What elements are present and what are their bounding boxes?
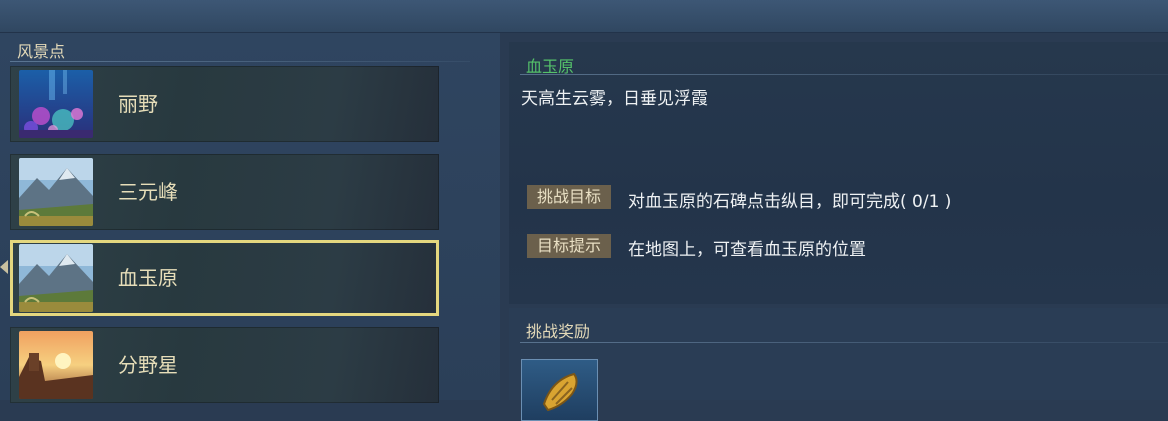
- detail-panel: [509, 42, 1168, 304]
- scenic-item-fenyexing[interactable]: 分野星: [10, 327, 439, 403]
- detail-title-divider: [520, 74, 1168, 75]
- reward-item-slot[interactable]: [521, 359, 598, 421]
- scenic-title-divider: [10, 61, 470, 62]
- top-bar: [0, 0, 1168, 33]
- chevron-left-icon[interactable]: [0, 260, 8, 274]
- scenic-item-label: 血玉原: [118, 266, 178, 290]
- golden-shell-icon: [542, 372, 578, 412]
- target-hint-tag: 目标提示: [527, 234, 611, 258]
- challenge-goal-text: 对血玉原的石碑点击纵目，即可完成( 0/1 ): [628, 192, 952, 212]
- detail-name: 血玉原: [526, 57, 575, 76]
- coral-reef-thumbnail: [19, 70, 93, 138]
- reward-title: 挑战奖励: [526, 322, 591, 341]
- challenge-goal-tag: 挑战目标: [527, 185, 611, 209]
- mountain-valley-thumbnail: [19, 244, 93, 312]
- detail-description: 天高生云雾，日垂见浮霞: [521, 89, 708, 109]
- mountain-valley-thumbnail: [19, 158, 93, 226]
- target-hint-text: 在地图上，可查看血玉原的位置: [628, 240, 866, 260]
- sunset-rocks-thumbnail: [19, 331, 93, 399]
- reward-title-divider: [520, 342, 1168, 343]
- reward-panel: [509, 308, 1168, 400]
- scenic-item-liye[interactable]: 丽野: [10, 66, 439, 142]
- scenic-item-xueyuyuan[interactable]: 血玉原: [10, 240, 439, 316]
- scenic-item-sanyuanfeng[interactable]: 三元峰: [10, 154, 439, 230]
- scenic-item-label: 分野星: [118, 353, 178, 377]
- scenic-item-label: 丽野: [118, 92, 158, 116]
- scenic-item-label: 三元峰: [118, 180, 178, 204]
- scenic-list-title: 风景点: [17, 42, 66, 61]
